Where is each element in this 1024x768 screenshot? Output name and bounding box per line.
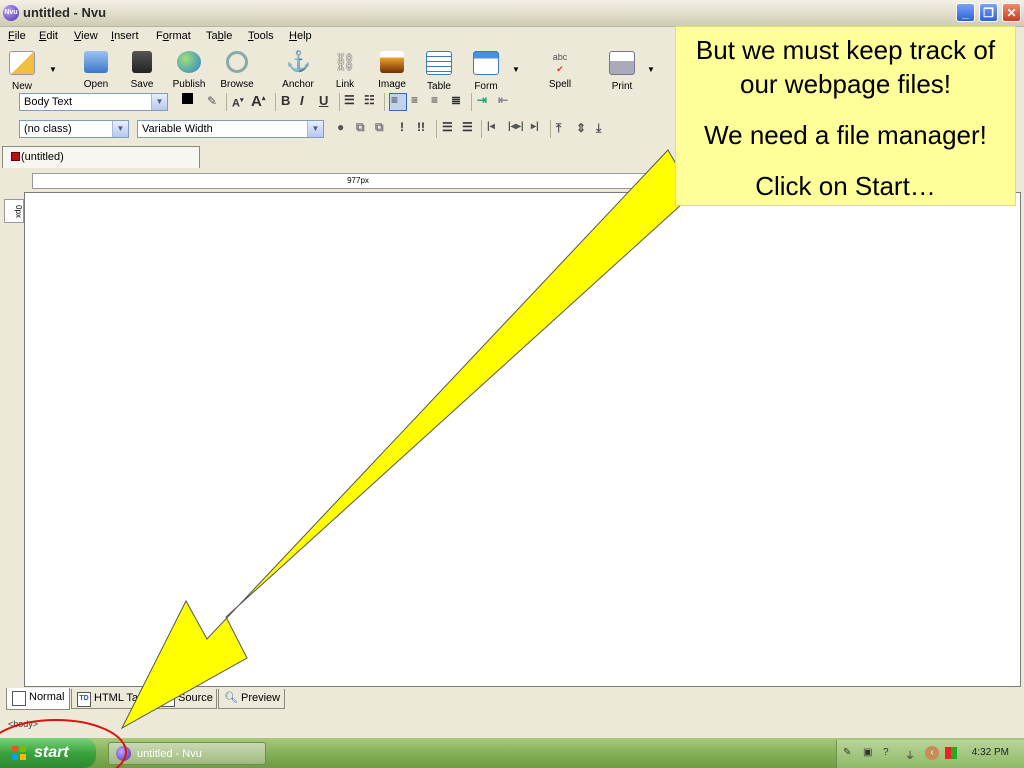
callout-line-2: We need a file manager! [704,120,987,150]
yellow-arrow [120,149,694,730]
start-highlight-circle [0,719,127,768]
instruction-callout: But we must keep track of our webpage fi… [675,26,1016,206]
callout-line-3: Click on Start… [755,171,936,201]
callout-line-1: But we must keep track of our webpage fi… [695,35,996,99]
